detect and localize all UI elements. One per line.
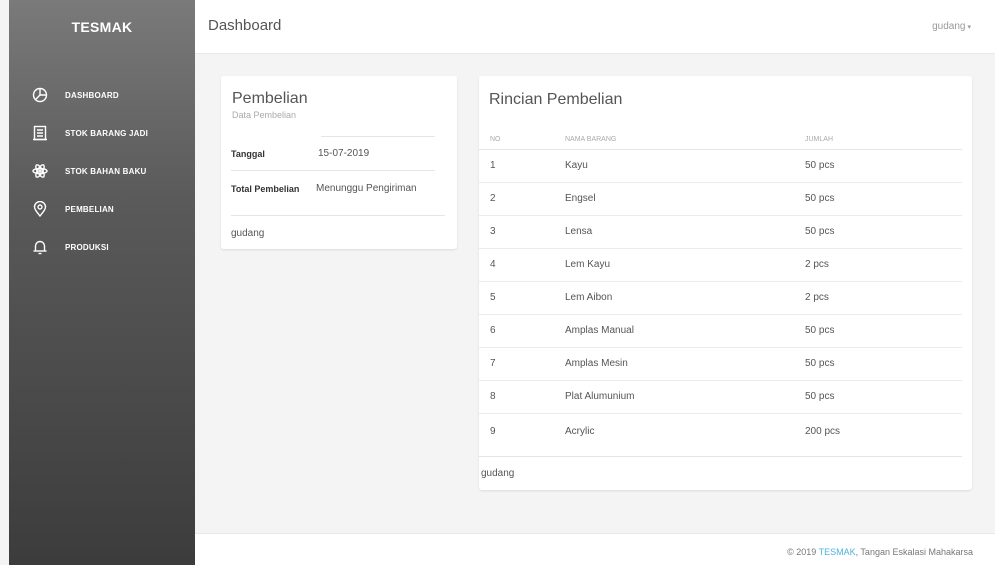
detail-card-title: Rincian Pembelian <box>489 91 623 108</box>
table-row: 5 Lem Aibon 2 pcs <box>479 281 962 315</box>
cell-no: 1 <box>479 149 565 183</box>
cell-no: 3 <box>479 215 565 249</box>
page-footer: © 2019 TESMAK, Tangan Eskalasi Mahakarsa <box>195 533 995 565</box>
sidebar-item-label: DASHBOARD <box>65 90 119 100</box>
detail-table: NO NAMA BARANG JUMLAH 1 Kayu 50 pcs 2 Engse… <box>479 124 962 449</box>
chevron-down-icon: ▾ <box>967 24 971 31</box>
cell-no: 6 <box>479 314 565 348</box>
column-header-no: NO <box>479 124 565 150</box>
cell-jumlah: 2 pcs <box>805 248 962 282</box>
divider <box>231 215 445 216</box>
total-value: Menunggu Pengiriman <box>316 183 417 194</box>
cell-nama-barang: Lem Kayu <box>565 248 805 282</box>
divider <box>479 456 962 457</box>
sidebar: TESMAK DASHBOARD STOK BARANG JADI STOK B… <box>9 0 195 565</box>
copyright-prefix: © 2019 <box>787 547 819 557</box>
table-row: 1 Kayu 50 pcs <box>479 149 962 183</box>
detail-card: Rincian Pembelian NO NAMA BARANG JUMLAH … <box>479 76 972 490</box>
sidebar-item-label: PEMBELIAN <box>65 204 114 214</box>
cell-nama-barang: Amplas Mesin <box>565 347 805 381</box>
sidebar-item-label: STOK BAHAN BAKU <box>65 166 147 176</box>
cell-nama-barang: Lensa <box>565 215 805 249</box>
map-pin-icon <box>31 200 49 218</box>
sidebar-item-label: STOK BARANG JADI <box>65 128 149 138</box>
table-row: 4 Lem Kayu 2 pcs <box>479 248 962 282</box>
document-icon <box>31 124 49 142</box>
table-header-row: NO NAMA BARANG JUMLAH <box>479 124 962 150</box>
page-title: Dashboard <box>208 17 282 34</box>
cell-no: 7 <box>479 347 565 381</box>
detail-card-footer: gudang <box>481 468 515 479</box>
table-row: 3 Lensa 50 pcs <box>479 215 962 249</box>
user-name: gudang <box>932 21 966 32</box>
total-label: Total Pembelian <box>231 184 300 194</box>
cell-jumlah: 50 pcs <box>805 380 962 414</box>
cell-jumlah: 50 pcs <box>805 314 962 348</box>
table-row: 8 Plat Alumunium 50 pcs <box>479 380 962 414</box>
cell-jumlah: 50 pcs <box>805 215 962 249</box>
divider <box>321 136 435 137</box>
sidebar-item-label: PRODUKSI <box>65 242 109 252</box>
top-header: Dashboard gudang ▾ <box>195 0 995 54</box>
sidebar-item-dashboard[interactable]: DASHBOARD <box>9 76 195 114</box>
divider <box>231 170 435 171</box>
cell-no: 5 <box>479 281 565 315</box>
cell-jumlah: 50 pcs <box>805 347 962 381</box>
cell-no: 8 <box>479 380 565 414</box>
cell-jumlah: 200 pcs <box>805 425 841 437</box>
bell-icon <box>31 238 49 256</box>
sidebar-item-stok-barang-jadi[interactable]: STOK BARANG JADI <box>9 114 195 152</box>
cell-nama-barang: Engsel <box>565 182 805 216</box>
column-header-jumlah: JUMLAH <box>805 124 962 150</box>
cell-nama-barang: Lem Aibon <box>565 281 805 315</box>
table-row: 6 Amplas Manual 50 pcs <box>479 314 962 348</box>
copyright-suffix: , Tangan Eskalasi Mahakarsa <box>855 547 973 557</box>
brand-logo[interactable]: TESMAK <box>9 0 195 54</box>
sidebar-item-produksi[interactable]: PRODUKSI <box>9 228 195 266</box>
cell-nama-barang: Amplas Manual <box>565 314 805 348</box>
user-menu[interactable]: gudang ▾ <box>932 21 971 32</box>
table-row: 2 Engsel 50 pcs <box>479 182 962 216</box>
sidebar-item-stok-bahan-baku[interactable]: STOK BAHAN BAKU <box>9 152 195 190</box>
purchase-card-title: Pembelian <box>232 90 308 107</box>
table-row: 9 Acrylic 200 pcs <box>479 413 962 449</box>
cell-no: 4 <box>479 248 565 282</box>
purchase-card-footer: gudang <box>231 228 265 239</box>
table-row: 7 Amplas Mesin 50 pcs <box>479 347 962 381</box>
cell-nama-barang: Plat Alumunium <box>565 380 805 414</box>
cell-nama-barang: Acrylic <box>565 425 595 437</box>
date-value: 15-07-2019 <box>318 148 370 159</box>
purchase-card: Pembelian Data Pembelian Tanggal 15-07-2… <box>221 76 457 249</box>
cell-jumlah: 50 pcs <box>805 182 962 216</box>
purchase-card-subtitle: Data Pembelian <box>232 110 297 120</box>
cell-nama-barang: Kayu <box>565 149 805 183</box>
footer-brand-link[interactable]: TESMAK <box>819 547 856 557</box>
date-label: Tanggal <box>231 149 265 159</box>
sidebar-item-pembelian[interactable]: PEMBELIAN <box>9 190 195 228</box>
atom-icon <box>31 162 49 180</box>
cell-jumlah: 50 pcs <box>805 149 962 183</box>
cell-no: 2 <box>479 182 565 216</box>
cell-jumlah: 2 pcs <box>805 281 962 315</box>
sidebar-nav: DASHBOARD STOK BARANG JADI STOK BAHAN BA… <box>9 76 195 266</box>
copyright-text: © 2019 TESMAK, Tangan Eskalasi Mahakarsa <box>787 547 973 557</box>
pie-chart-icon <box>31 86 49 104</box>
column-header-nama-barang: NAMA BARANG <box>565 124 805 150</box>
cell-no: 9 <box>490 425 496 437</box>
